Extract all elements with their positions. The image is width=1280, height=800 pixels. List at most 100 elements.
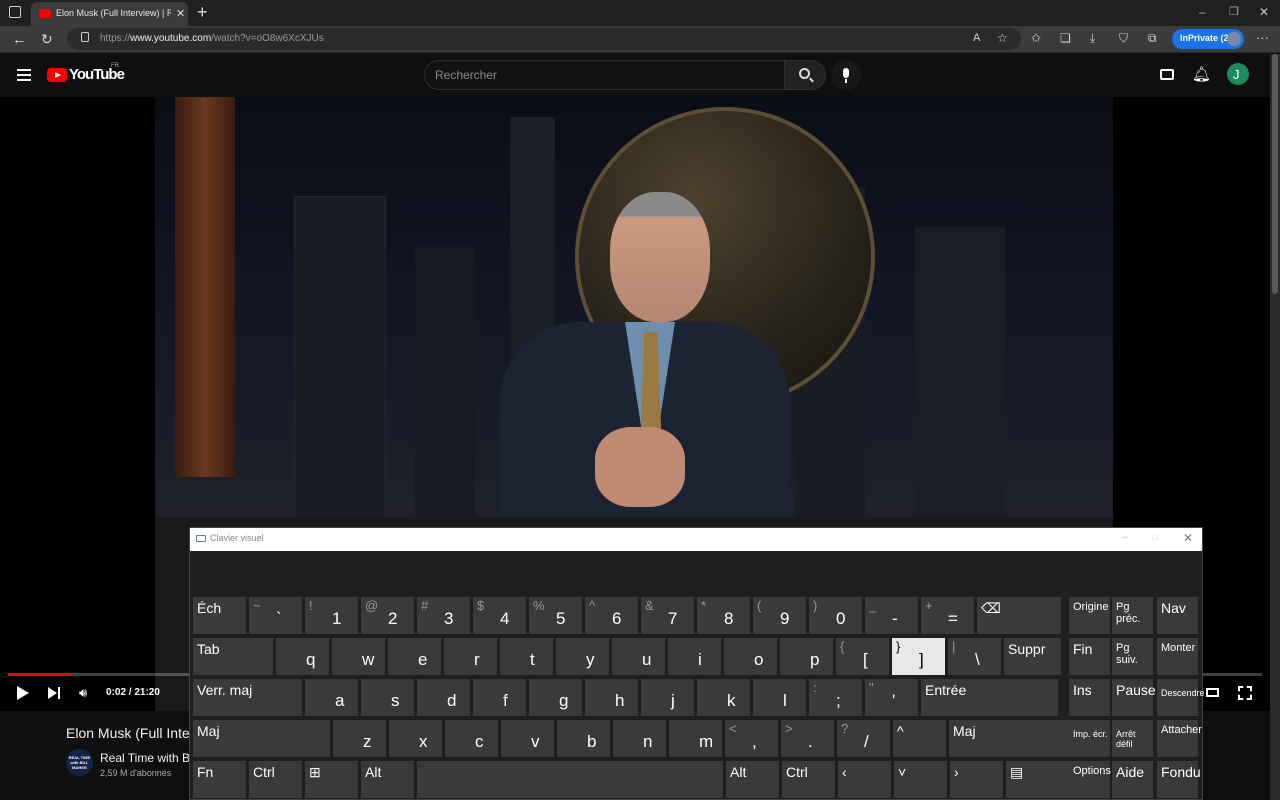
play-button[interactable] [17, 686, 29, 700]
osk-key[interactable]: Suppr [1004, 638, 1061, 675]
osk-nav-key[interactable]: Fin [1069, 638, 1110, 675]
osk-key[interactable]: & 7 [641, 597, 694, 634]
osk-key[interactable]: Verr. maj [193, 679, 302, 716]
on-screen-keyboard[interactable]: Clavier visuel – □ ✕ Éch ~ `! 1 @2 #3 $4% 5 ^ 6 & 7… [189, 527, 1205, 800]
osk-key[interactable]: i [668, 638, 721, 675]
osk-key[interactable]: Maj [949, 720, 1086, 757]
downloads-icon[interactable]: ⤓ [1090, 32, 1095, 44]
osk-key[interactable]: Maj [193, 720, 330, 757]
osk-key[interactable]: y [556, 638, 609, 675]
osk-key[interactable]: l [753, 679, 806, 716]
osk-nav-key[interactable]: Attacher [1157, 720, 1202, 757]
osk-key[interactable]: p [780, 638, 833, 675]
osk-key[interactable]: <, [725, 720, 778, 757]
add-favorite-icon[interactable]: ☆ [997, 32, 1008, 44]
osk-nav-key[interactable]: Pg préc. [1112, 597, 1153, 634]
scrollbar-thumb[interactable] [1272, 54, 1278, 294]
close-window-icon[interactable]: ✕ [1259, 5, 1269, 19]
osk-key[interactable]: _ - [865, 597, 918, 634]
osk-key[interactable]: ~ ` [249, 597, 302, 634]
osk-key[interactable]: {[ [836, 638, 889, 675]
osk-key[interactable]: ? / [837, 720, 890, 757]
osk-key[interactable]: s [361, 679, 414, 716]
inprivate-badge[interactable]: InPrivate (2) [1172, 29, 1244, 49]
osk-key[interactable]: Alt [361, 761, 414, 798]
osk-key[interactable]: ! 1 [305, 597, 358, 634]
osk-nav-key[interactable]: Options [1069, 761, 1111, 798]
read-aloud-icon[interactable]: A [973, 33, 980, 44]
osk-close-icon[interactable]: ✕ [1183, 531, 1193, 545]
osk-titlebar[interactable]: Clavier visuel – □ ✕ [190, 528, 1202, 551]
osk-key[interactable]: $4 [473, 597, 526, 634]
settings-more-icon[interactable]: ··· [1256, 31, 1269, 44]
osk-key[interactable]: j [641, 679, 694, 716]
osk-key[interactable]: Entrée [921, 679, 1058, 716]
osk-nav-key[interactable]: Descendre [1157, 679, 1205, 716]
osk-key[interactable]: * 8 [697, 597, 750, 634]
osk-key[interactable]: ⊞ [305, 761, 358, 798]
osk-nav-key[interactable]: Imp. écr. [1069, 720, 1110, 757]
osk-key[interactable]: :; [809, 679, 862, 716]
minimize-window-icon[interactable]: – [1199, 5, 1206, 19]
osk-maximize-icon[interactable]: □ [1152, 532, 1158, 543]
hamburger-menu-icon[interactable] [17, 69, 31, 81]
tab-actions-menu-icon[interactable]: ⧉ [1148, 32, 1157, 44]
osk-key[interactable]: " ' [865, 679, 918, 716]
osk-key[interactable]: e [388, 638, 441, 675]
notifications-bell-icon[interactable]: 🔔︎ [1192, 65, 1211, 83]
osk-key[interactable]: a [305, 679, 358, 716]
osk-key[interactable]: g [529, 679, 582, 716]
osk-nav-key[interactable]: Monter [1157, 638, 1198, 675]
osk-key[interactable]: ‹ [838, 761, 891, 798]
next-video-icon[interactable] [48, 687, 57, 699]
osk-key[interactable]: Ctrl [249, 761, 302, 798]
favorites-icon[interactable]: ✩ [1031, 32, 1041, 44]
osk-nav-key[interactable]: Arrêt défil [1112, 720, 1153, 757]
osk-key[interactable]: Ctrl [782, 761, 835, 798]
voice-search-button[interactable] [831, 60, 861, 90]
tab-active[interactable]: Elon Musk (Full Interview) | Real ✕ [31, 2, 188, 26]
osk-key[interactable]: Tab [193, 638, 273, 675]
search-button[interactable] [784, 60, 826, 90]
osk-minimize-icon[interactable]: – [1122, 531, 1128, 543]
channel-avatar[interactable]: REAL TIME with BILL MAHER [66, 749, 93, 776]
osk-key[interactable]: #3 [417, 597, 470, 634]
address-field[interactable]: https://www.youtube.com/watch?v=oO8w6XcX… [67, 28, 1021, 50]
osk-key[interactable]: u [612, 638, 665, 675]
browser-essentials-icon[interactable]: ⛉ [1119, 32, 1128, 44]
osk-key[interactable]: | \ [948, 638, 1001, 675]
osk-key[interactable]: v [501, 720, 554, 757]
back-arrow-icon[interactable]: ← [12, 32, 27, 47]
search-input[interactable]: Rechercher [424, 60, 785, 90]
theater-mode-icon[interactable] [1206, 688, 1219, 697]
fullscreen-icon[interactable] [1238, 686, 1252, 700]
osk-key[interactable]: >. [781, 720, 834, 757]
osk-key[interactable]: ˅ [894, 761, 947, 798]
osk-key[interactable]: Fn [193, 761, 246, 798]
osk-key[interactable]: c [445, 720, 498, 757]
osk-key[interactable]: r [444, 638, 497, 675]
account-avatar[interactable]: J [1227, 63, 1249, 85]
osk-key[interactable]: b [557, 720, 610, 757]
refresh-icon[interactable]: ↻ [41, 32, 53, 46]
tab-close-icon[interactable]: ✕ [176, 7, 185, 20]
osk-key[interactable]: ^ [893, 720, 946, 757]
osk-key[interactable]: k [697, 679, 750, 716]
page-scrollbar[interactable] [1270, 54, 1280, 800]
osk-nav-key[interactable]: Nav [1157, 597, 1198, 634]
osk-key[interactable]: (9 [753, 597, 806, 634]
osk-nav-key[interactable]: Origine [1069, 597, 1110, 634]
osk-key[interactable]: + = [921, 597, 974, 634]
osk-key[interactable]: z [333, 720, 386, 757]
osk-nav-key[interactable]: Ins [1069, 679, 1110, 716]
osk-nav-key[interactable]: Pg suiv. [1112, 638, 1153, 675]
osk-key[interactable]: w [332, 638, 385, 675]
osk-key[interactable]: x [389, 720, 442, 757]
osk-key[interactable]: f [473, 679, 526, 716]
osk-key[interactable]: m [669, 720, 722, 757]
osk-key[interactable]: o [724, 638, 777, 675]
osk-nav-key[interactable]: Aide [1112, 761, 1153, 798]
tab-actions-icon[interactable] [9, 6, 21, 18]
collections-icon[interactable]: ❏ [1060, 32, 1071, 44]
volume-icon[interactable]: 🔊︎ [79, 685, 87, 701]
